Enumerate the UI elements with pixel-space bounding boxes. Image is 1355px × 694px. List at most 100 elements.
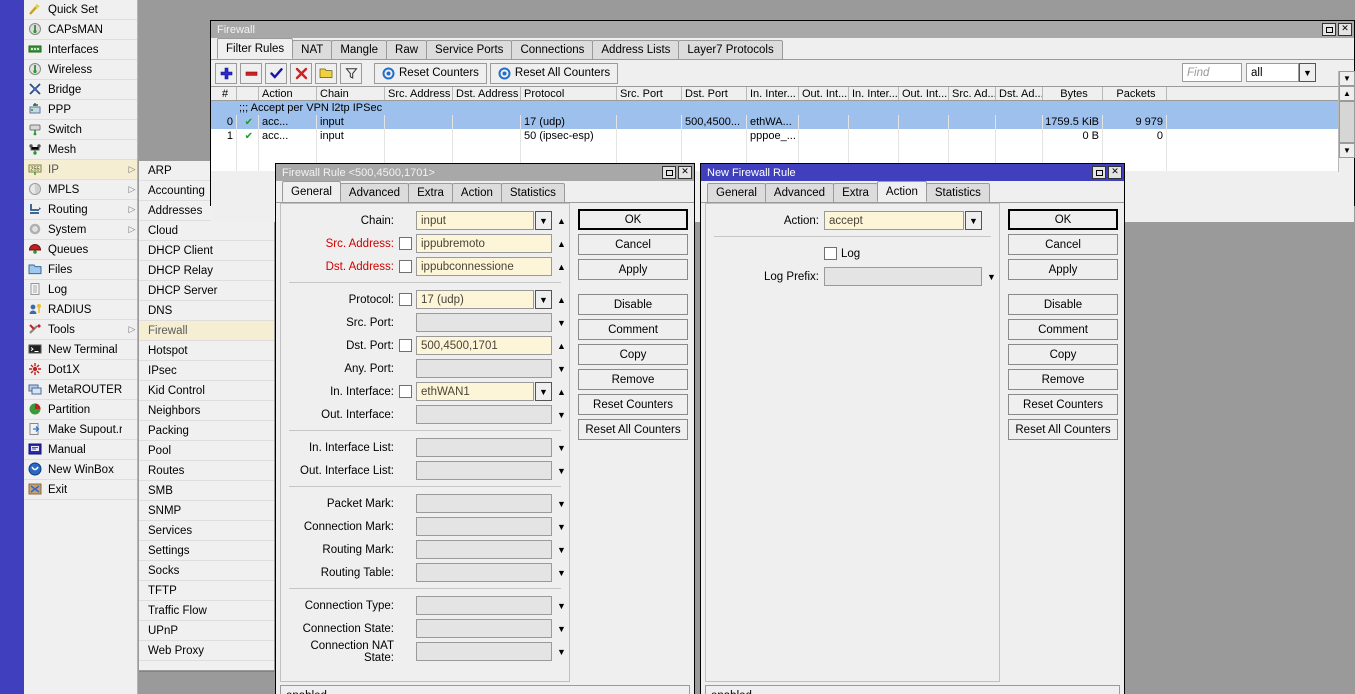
sidebar-item-make-supout-rif[interactable]: Make Supout.rif <box>24 420 137 440</box>
ip-submenu-item-routes[interactable]: Routes <box>139 461 274 481</box>
sidebar-item-metarouter[interactable]: MetaROUTER <box>24 380 137 400</box>
protocol-collapse-icon[interactable]: ▲ <box>554 295 569 305</box>
ip-submenu-item-kid-control[interactable]: Kid Control <box>139 381 274 401</box>
out-interface-list-input[interactable] <box>416 461 552 480</box>
ip-submenu-item-dhcp-client[interactable]: DHCP Client <box>139 241 274 261</box>
grid-column-header[interactable]: Src. Ad... <box>949 87 996 100</box>
grid-column-header[interactable]: Chain <box>317 87 385 100</box>
ip-submenu-item-upnp[interactable]: UPnP <box>139 621 274 641</box>
ip-submenu-item-snmp[interactable]: SNMP <box>139 501 274 521</box>
ip-submenu-item-settings[interactable]: Settings <box>139 541 274 561</box>
routing-mark-expand-icon[interactable]: ▼ <box>554 545 569 555</box>
new-firewall-rule-dialog-titlebar[interactable]: New Firewall Rule ✕ <box>701 164 1124 181</box>
sidebar-item-new-winbox[interactable]: New WinBox <box>24 460 137 480</box>
grid-column-header[interactable]: Dst. Port <box>682 87 747 100</box>
chain-dropdown-icon[interactable]: ▼ <box>535 211 552 230</box>
sidebar-item-ip[interactable]: 255 IP ▷ <box>24 160 137 180</box>
ip-submenu-item-dhcp-server[interactable]: DHCP Server <box>139 281 274 301</box>
log-prefix-expand-icon[interactable]: ▼ <box>984 272 999 282</box>
tab-layer7-protocols[interactable]: Layer7 Protocols <box>678 40 783 59</box>
sidebar-item-files[interactable]: Files <box>24 260 137 280</box>
maximize-icon[interactable] <box>1322 23 1336 36</box>
tab-address-lists[interactable]: Address Lists <box>592 40 680 59</box>
maximize-icon[interactable] <box>1092 166 1106 179</box>
connection-type-expand-icon[interactable]: ▼ <box>554 601 569 611</box>
tab-mangle[interactable]: Mangle <box>331 40 388 59</box>
connection-type-input[interactable] <box>416 596 552 615</box>
grid-column-header[interactable]: Dst. Ad... <box>996 87 1043 100</box>
scroll-up-icon[interactable]: ▲ <box>1339 86 1355 101</box>
connection-nat-state-input[interactable] <box>416 642 552 661</box>
firewall-window-titlebar[interactable]: Firewall ✕ <box>211 21 1354 38</box>
dst-address-collapse-icon[interactable]: ▲ <box>554 262 569 272</box>
table-row[interactable]: 0 ✔ acc... input 17 (udp) 500,4500... ethWA...… <box>211 115 1354 129</box>
connection-nat-state-expand-icon[interactable]: ▼ <box>554 647 569 657</box>
connection-mark-input[interactable] <box>416 517 552 536</box>
sidebar-item-routing[interactable]: Routing ▷ <box>24 200 137 220</box>
src-address-collapse-icon[interactable]: ▲ <box>554 239 569 249</box>
out-interface-input[interactable] <box>416 405 552 424</box>
sidebar-item-quick-set[interactable]: Quick Set <box>24 0 137 20</box>
src-address-checkbox[interactable] <box>399 237 412 250</box>
remove-button[interactable]: Remove <box>578 369 688 390</box>
grid-column-header[interactable]: Bytes <box>1043 87 1103 100</box>
tab-rule-statistics[interactable]: Statistics <box>500 183 565 202</box>
sidebar-item-exit[interactable]: Exit <box>24 480 137 500</box>
sidebar-item-capsman[interactable]: CAPsMAN <box>24 20 137 40</box>
src-address-input[interactable]: ippubremoto <box>416 234 552 253</box>
ip-submenu-item-web-proxy[interactable]: Web Proxy <box>139 641 274 661</box>
table-row-empty[interactable] <box>211 143 1354 157</box>
in-interface-list-expand-icon[interactable]: ▼ <box>554 443 569 453</box>
in-interface-collapse-icon[interactable]: ▲ <box>554 387 569 397</box>
chain-input[interactable]: input <box>416 211 534 230</box>
reset-counters-button[interactable]: Reset Counters <box>578 394 688 415</box>
ip-submenu-item-smb[interactable]: SMB <box>139 481 274 501</box>
ok-button[interactable]: OK <box>1008 209 1118 230</box>
log-checkbox[interactable] <box>824 247 837 260</box>
in-interface-input[interactable]: ethWAN1 <box>416 382 534 401</box>
scroll-thumb[interactable] <box>1339 101 1355 143</box>
sidebar-item-queues[interactable]: Queues <box>24 240 137 260</box>
out-interface-list-expand-icon[interactable]: ▼ <box>554 466 569 476</box>
action-dropdown-icon[interactable]: ▼ <box>965 211 982 230</box>
copy-button[interactable]: Copy <box>578 344 688 365</box>
grid-column-header[interactable]: Out. Int... <box>899 87 949 100</box>
dst-address-checkbox[interactable] <box>399 260 412 273</box>
comment-button[interactable]: Comment <box>1008 319 1118 340</box>
reset-all-counters-button[interactable]: Reset All Counters <box>489 62 619 84</box>
ip-submenu-item-tftp[interactable]: TFTP <box>139 581 274 601</box>
tab-rule-action[interactable]: Action <box>451 183 502 202</box>
close-icon[interactable]: ✕ <box>1108 166 1122 179</box>
find-filter-select[interactable]: all <box>1246 63 1299 82</box>
ip-submenu-item-dns[interactable]: DNS <box>139 301 274 321</box>
cancel-button[interactable]: Cancel <box>1008 234 1118 255</box>
sidebar-item-switch[interactable]: Switch <box>24 120 137 140</box>
sidebar-item-bridge[interactable]: Bridge <box>24 80 137 100</box>
connection-state-input[interactable] <box>416 619 552 638</box>
grid-column-header[interactable]: Dst. Address <box>453 87 521 100</box>
apply-button[interactable]: Apply <box>1008 259 1118 280</box>
grid-column-header[interactable]: Packets <box>1103 87 1167 100</box>
reset-counters-button[interactable]: Reset Counters <box>1008 394 1118 415</box>
disable-button[interactable]: Disable <box>1008 294 1118 315</box>
sidebar-item-ppp[interactable]: PPP <box>24 100 137 120</box>
disable-rule-button[interactable] <box>290 62 312 84</box>
reset-counters-button[interactable]: Reset Counters <box>374 62 487 84</box>
routing-table-expand-icon[interactable]: ▼ <box>554 568 569 578</box>
protocol-dropdown-icon[interactable]: ▼ <box>535 290 552 309</box>
maximize-icon[interactable] <box>662 166 676 179</box>
packet-mark-expand-icon[interactable]: ▼ <box>554 499 569 509</box>
chain-collapse-icon[interactable]: ▲ <box>554 216 569 226</box>
ip-submenu-item-pool[interactable]: Pool <box>139 441 274 461</box>
sidebar-item-dot1x[interactable]: Dot1X <box>24 360 137 380</box>
grid-column-header[interactable] <box>237 87 259 100</box>
grid-column-header[interactable]: In. Inter... <box>849 87 899 100</box>
grid-column-header[interactable]: # <box>211 87 237 100</box>
ip-submenu-item-packing[interactable]: Packing <box>139 421 274 441</box>
grid-column-header[interactable]: Src. Port <box>617 87 682 100</box>
reset-all-counters-button[interactable]: Reset All Counters <box>1008 419 1118 440</box>
find-filter-dropdown-icon[interactable]: ▼ <box>1299 63 1316 82</box>
protocol-input[interactable]: 17 (udp) <box>416 290 534 309</box>
tab-service-ports[interactable]: Service Ports <box>426 40 513 59</box>
comment-button[interactable] <box>315 62 337 84</box>
